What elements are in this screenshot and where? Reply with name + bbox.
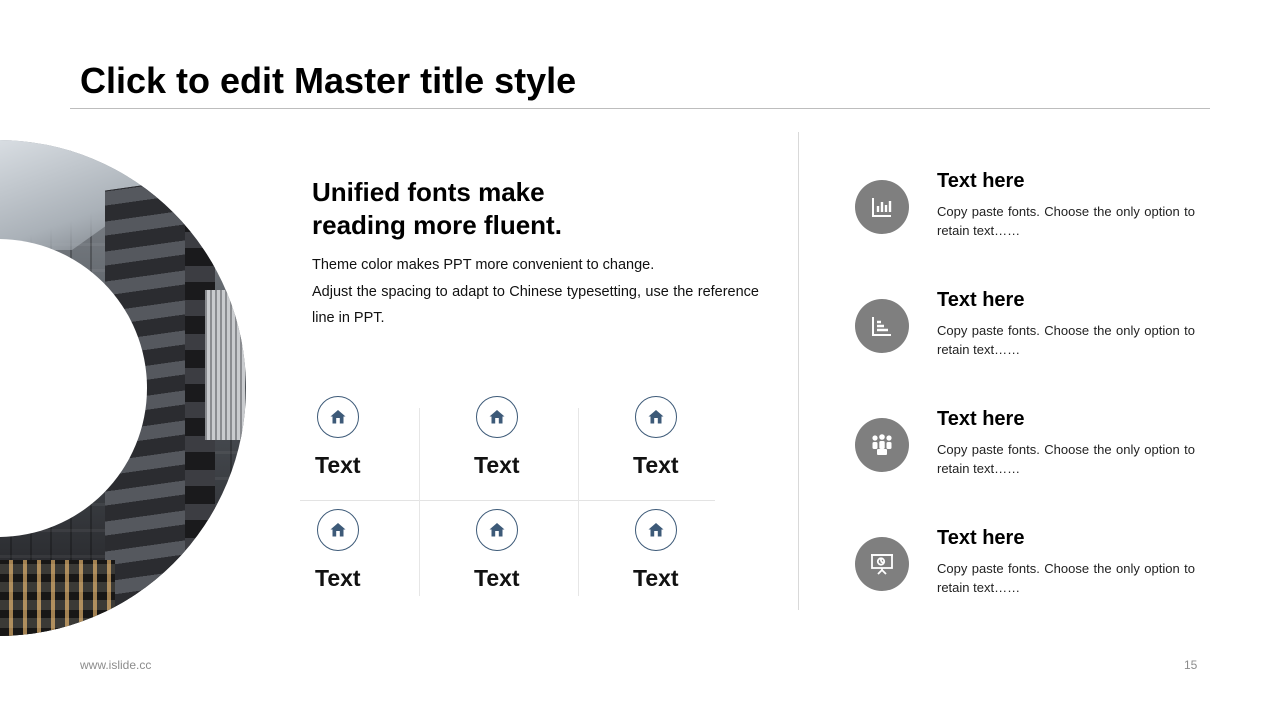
home-icon [635, 396, 677, 438]
list-item-heading: Text here [937, 527, 1025, 549]
column-divider [798, 132, 799, 610]
list-item[interactable]: Text here Copy paste fonts. Choose the o… [855, 527, 1205, 607]
grid-item[interactable]: Text [618, 509, 696, 609]
grid-item-label: Text [315, 452, 361, 478]
slide-title[interactable]: Click to edit Master title style [80, 60, 576, 102]
list-item-heading: Text here [937, 170, 1025, 192]
presentation-icon [855, 537, 909, 591]
body-text[interactable]: Theme color makes PPT more convenient to… [312, 252, 759, 332]
team-icon [855, 418, 909, 472]
home-icon [317, 396, 359, 438]
grid-divider-vertical [419, 408, 420, 596]
body-paragraph-1: Theme color makes PPT more convenient to… [312, 257, 655, 273]
grid-item[interactable]: Text [459, 509, 537, 609]
list-item[interactable]: Text here Copy paste fonts. Choose the o… [855, 170, 1205, 250]
bar-chart-icon [855, 180, 909, 234]
image-tower-fins [205, 290, 245, 440]
grid-item-label: Text [315, 565, 361, 591]
icon-grid: Text Text Text Text Text Text [300, 390, 715, 600]
list-item[interactable]: Text here Copy paste fonts. Choose the o… [855, 289, 1205, 369]
list-item-text: Copy paste fonts. Choose the only option… [937, 442, 1195, 476]
list-item-heading: Text here [937, 408, 1025, 430]
grid-item[interactable]: Text [300, 396, 378, 496]
grid-item-label: Text [633, 565, 679, 591]
footer-website[interactable]: www.islide.cc [80, 658, 151, 672]
grid-item-label: Text [474, 565, 520, 591]
home-icon [635, 509, 677, 551]
grid-divider-vertical [578, 408, 579, 596]
home-icon [317, 509, 359, 551]
home-icon [476, 509, 518, 551]
image-lit-windows [0, 560, 115, 636]
page-number: 15 [1184, 658, 1198, 672]
body-paragraph-2: Adjust the spacing to adapt to Chinese t… [312, 283, 759, 327]
grid-item-label: Text [633, 452, 679, 478]
headline[interactable]: Unified fonts make reading more fluent. [312, 176, 632, 242]
list-item-text: Copy paste fonts. Choose the only option… [937, 561, 1195, 595]
list-item-text: Copy paste fonts. Choose the only option… [937, 323, 1195, 357]
grid-item[interactable]: Text [300, 509, 378, 609]
list-item-heading: Text here [937, 289, 1025, 311]
grid-item[interactable]: Text [618, 396, 696, 496]
title-divider [70, 108, 1210, 109]
building-ring-image [0, 140, 246, 636]
grid-item[interactable]: Text [459, 396, 537, 496]
grid-item-label: Text [474, 452, 520, 478]
headline-line-2: reading more fluent. [312, 210, 562, 240]
slide: Click to edit Master title style Unified… [0, 0, 1280, 720]
list-item[interactable]: Text here Copy paste fonts. Choose the o… [855, 408, 1205, 488]
headline-line-1: Unified fonts make [312, 177, 545, 207]
list-item-text: Copy paste fonts. Choose the only option… [937, 204, 1195, 238]
home-icon [476, 396, 518, 438]
stairs-chart-icon [855, 299, 909, 353]
grid-divider-horizontal [300, 500, 715, 501]
